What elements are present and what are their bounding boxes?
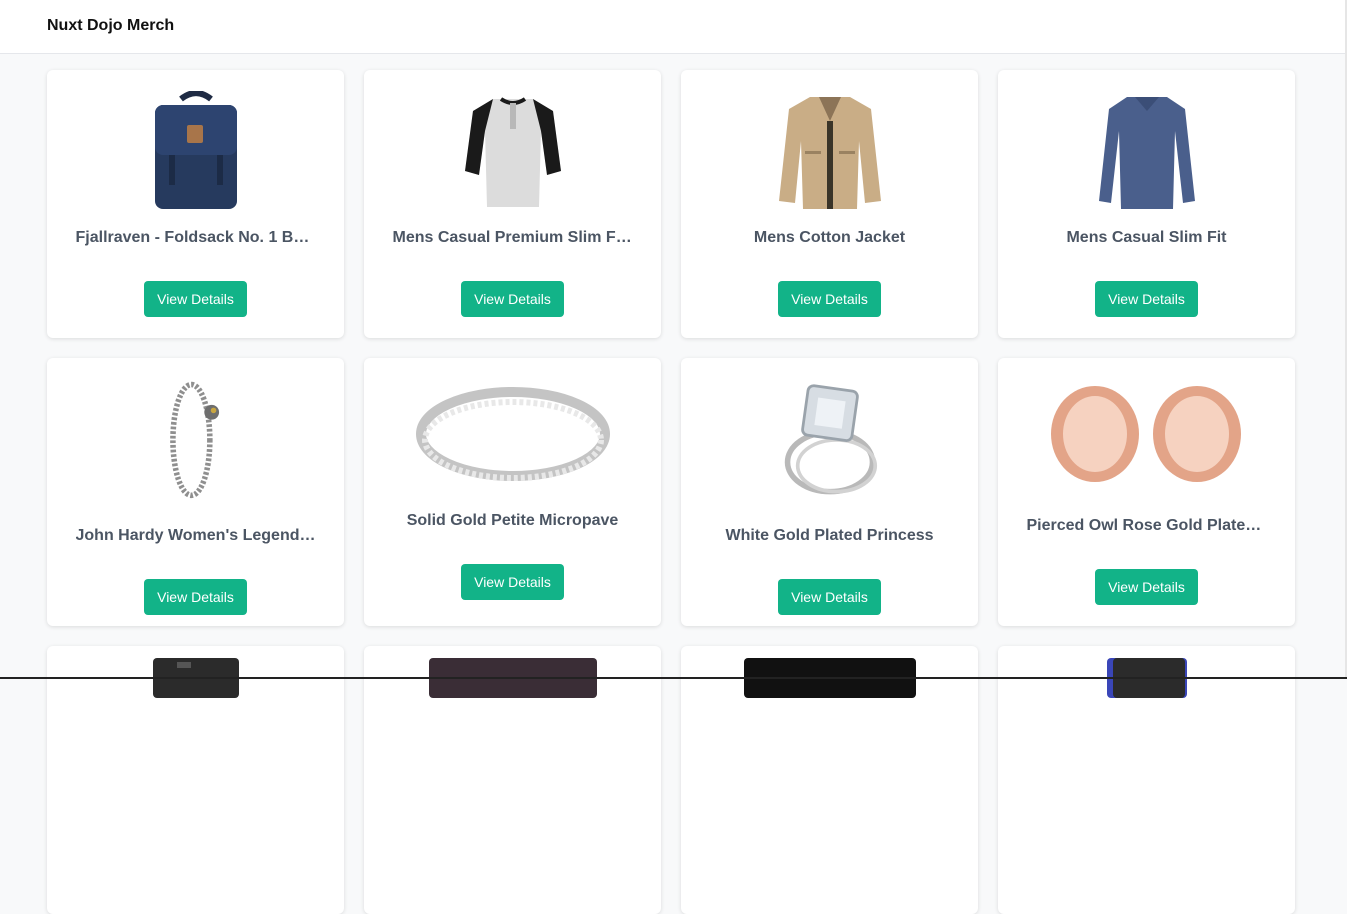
rose-gold-tunnels-icon (1047, 379, 1247, 499)
view-details-button[interactable]: View Details (144, 281, 247, 317)
product-card: Fjallraven - Foldsack No. 1 Ba... View D… (47, 70, 344, 338)
product-title[interactable]: Solid Gold Petite Micropave (393, 512, 633, 530)
princess-ring-icon (730, 369, 930, 509)
product-card: Pierced Owl Rose Gold Plated ... View De… (998, 358, 1295, 626)
ring-band-icon (413, 384, 613, 494)
ssd-drive-blue-icon (1047, 658, 1247, 778)
view-details-button[interactable]: View Details (1095, 281, 1198, 317)
product-title[interactable]: Pierced Owl Rose Gold Plated ... (1027, 517, 1267, 535)
product-grid: Fjallraven - Foldsack No. 1 Ba... View D… (47, 70, 1295, 914)
bracelet-icon (96, 369, 296, 509)
product-card (364, 646, 661, 914)
product-card (681, 646, 978, 914)
view-details-button[interactable]: View Details (1095, 569, 1198, 605)
brand-title[interactable]: Nuxt Dojo Merch (47, 17, 174, 35)
top-navbar: Nuxt Dojo Merch (0, 0, 1345, 54)
product-title[interactable]: John Hardy Women's Legends... (76, 527, 316, 545)
product-card: Mens Casual Slim Fit View Details (998, 70, 1295, 338)
product-card: White Gold Plated Princess View Details (681, 358, 978, 626)
product-card: Solid Gold Petite Micropave View Details (364, 358, 661, 626)
hard-drive-icon (96, 658, 296, 778)
view-details-button[interactable]: View Details (778, 579, 881, 615)
product-card: John Hardy Women's Legends... View Detai… (47, 358, 344, 626)
product-title[interactable]: Fjallraven - Foldsack No. 1 Ba... (76, 229, 316, 247)
jacket-icon (730, 91, 930, 211)
view-details-button[interactable]: View Details (461, 281, 564, 317)
ssd-drive-black-icon (730, 658, 930, 778)
product-title[interactable]: Mens Cotton Jacket (710, 229, 950, 247)
product-card: Mens Cotton Jacket View Details (681, 70, 978, 338)
view-details-button[interactable]: View Details (144, 579, 247, 615)
product-card: Mens Casual Premium Slim Fi... View Deta… (364, 70, 661, 338)
product-title[interactable]: White Gold Plated Princess (710, 527, 950, 545)
view-details-button[interactable]: View Details (461, 564, 564, 600)
product-card (998, 646, 1295, 914)
product-title[interactable]: Mens Casual Premium Slim Fi... (393, 229, 633, 247)
product-title[interactable]: Mens Casual Slim Fit (1027, 229, 1267, 247)
product-card (47, 646, 344, 914)
backpack-icon (96, 91, 296, 211)
henley-shirt-icon (413, 91, 613, 211)
view-details-button[interactable]: View Details (778, 281, 881, 317)
long-sleeve-shirt-icon (1047, 91, 1247, 211)
ssd-drive-icon (413, 658, 613, 778)
